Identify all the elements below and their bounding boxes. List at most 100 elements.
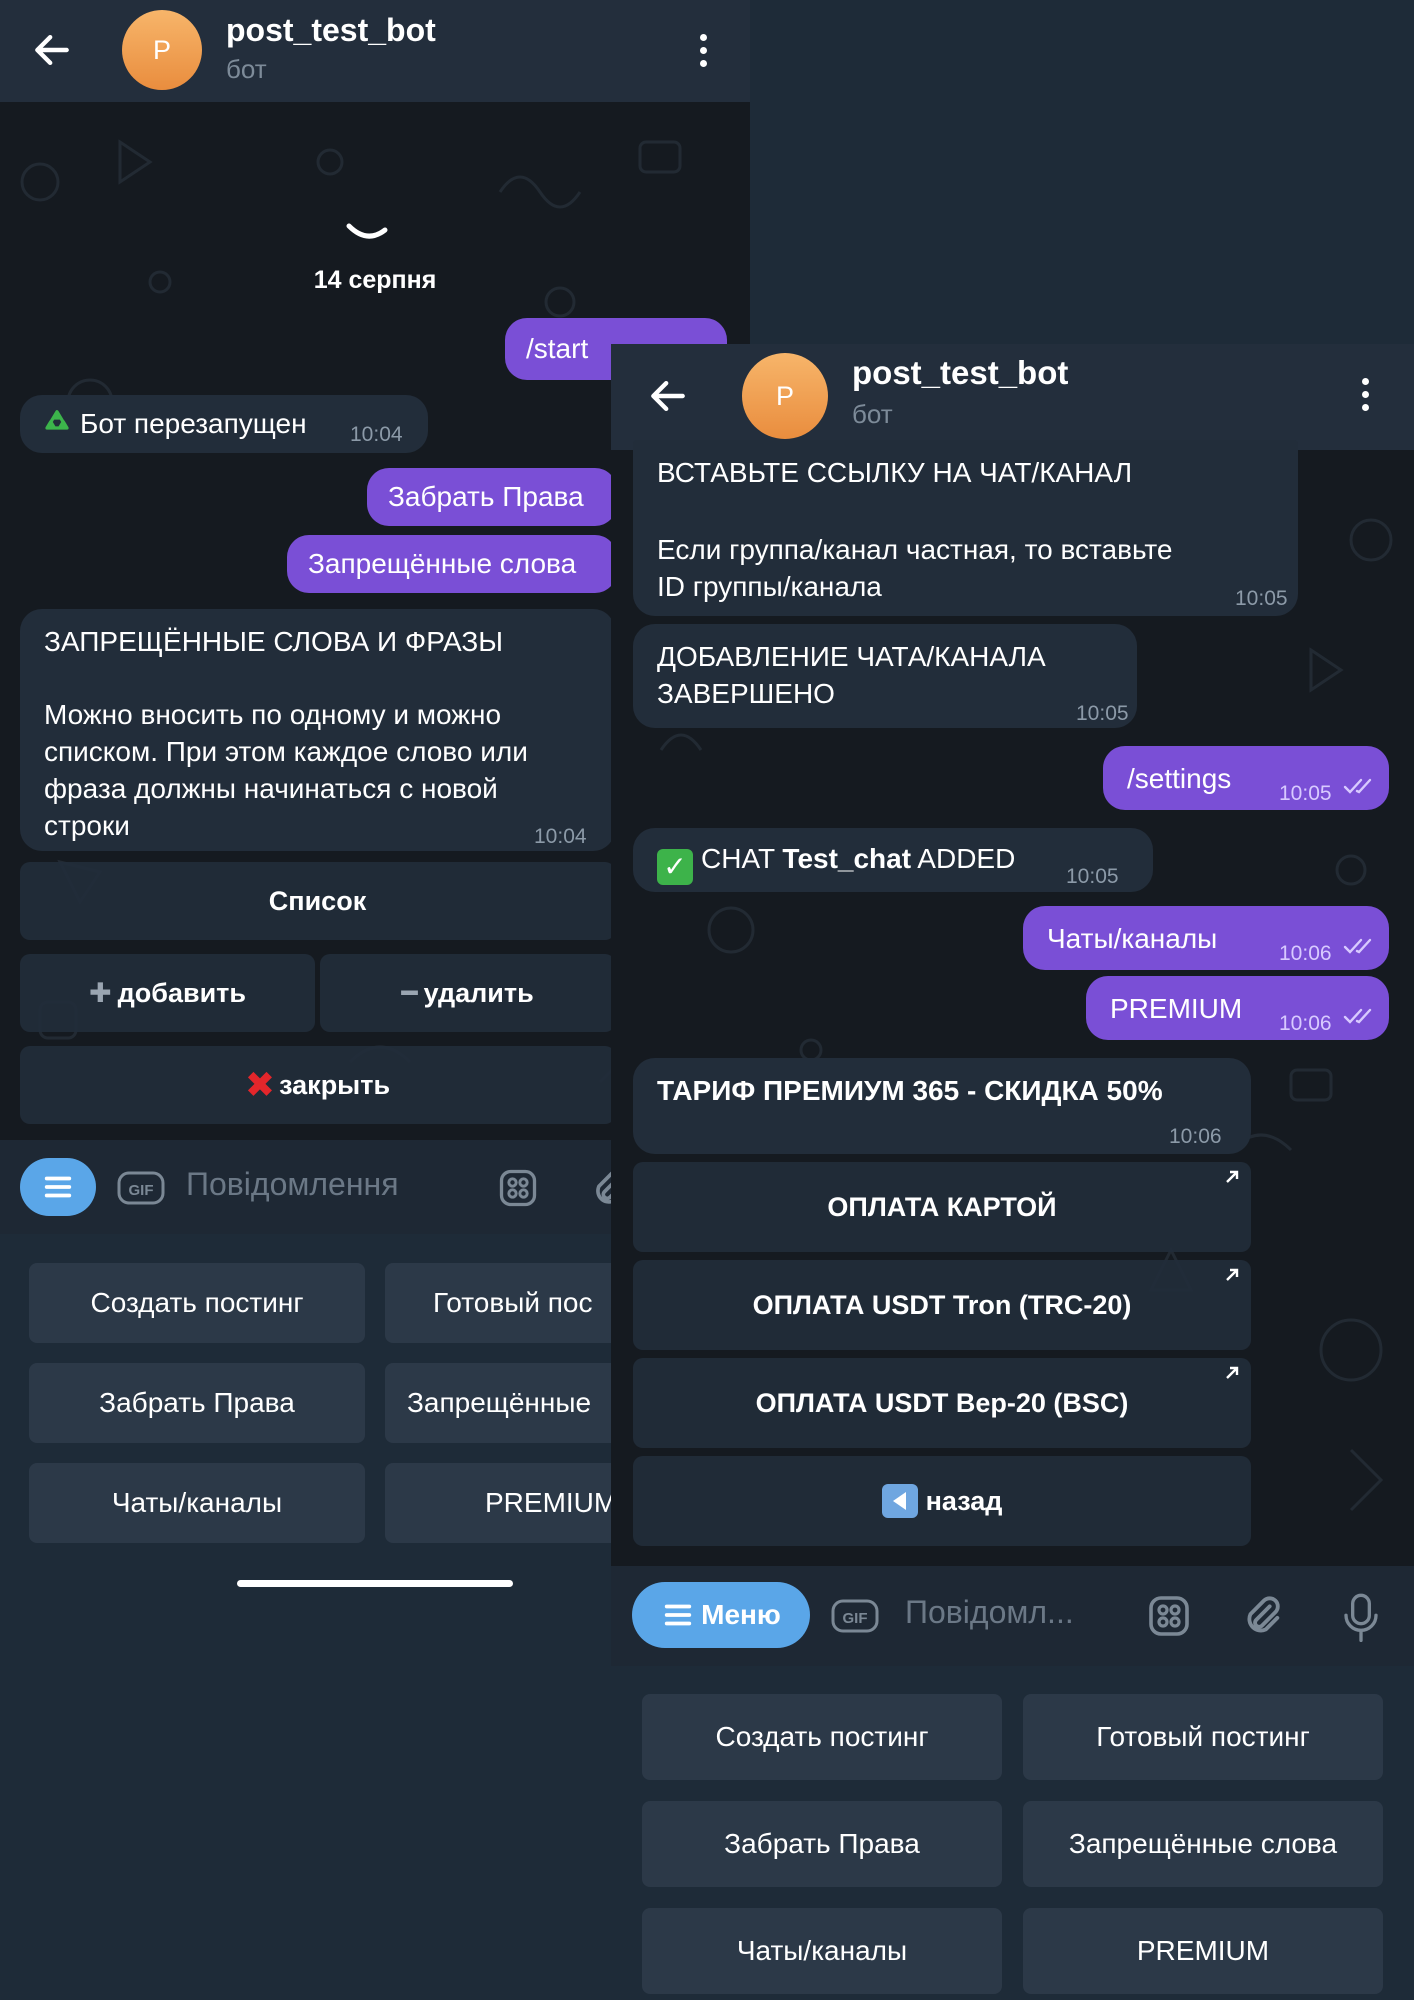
inline-button-pay-card[interactable]: ОПЛАТА КАРТОЙ <box>633 1162 1251 1252</box>
inline-button-add[interactable]: ✚ добавить <box>20 954 315 1032</box>
chat-header: P post_test_bot бот <box>0 0 750 102</box>
check-mark-icon: ✓ <box>657 849 693 885</box>
cross-mark-icon: ✖ <box>244 1064 276 1105</box>
message-line: списком. При этом каждое слово или <box>44 736 528 767</box>
message-incoming[interactable]: ✓ CHAT Test_chat ADDED 10:05 <box>633 828 1153 892</box>
avatar[interactable]: P <box>742 353 828 439</box>
more-menu-icon[interactable] <box>696 30 710 70</box>
reply-button-take-rights[interactable]: Забрать Права <box>29 1363 365 1443</box>
message-text: Забрать Права <box>388 481 584 512</box>
inline-button-list[interactable]: Список <box>20 862 615 940</box>
message-line: ЗАВЕРШЕНО <box>657 678 835 709</box>
message-incoming[interactable]: ВСТАВЬТЕ ССЫЛКУ НА ЧАТ/КАНАЛ Если группа… <box>633 440 1298 616</box>
message-heading: ВСТАВЬТЕ ССЫЛКУ НА ЧАТ/КАНАЛ <box>657 457 1133 488</box>
inline-button-back[interactable]: назад <box>633 1456 1251 1546</box>
home-indicator[interactable] <box>237 1580 513 1587</box>
chat-title[interactable]: post_test_bot <box>852 354 1068 392</box>
message-outgoing[interactable]: /settings 10:05 <box>1103 746 1389 810</box>
message-line: ДОБАВЛЕНИЕ ЧАТА/КАНАЛА <box>657 641 1046 672</box>
back-arrow-icon[interactable] <box>646 374 690 418</box>
reply-button-create-post[interactable]: Создать постинг <box>642 1694 1002 1780</box>
reply-button-take-rights[interactable]: Забрать Права <box>642 1801 1002 1887</box>
button-label: удалить <box>423 977 534 1008</box>
chat-header: P post_test_bot бот <box>611 344 1414 450</box>
inline-button-pay-trc20[interactable]: ОПЛАТА USDT Tron (TRC-20) <box>633 1260 1251 1350</box>
message-line: фраза должны начинаться с новой <box>44 773 498 804</box>
message-input[interactable]: Повідомл... <box>905 1594 1074 1631</box>
gif-icon[interactable]: GIF <box>116 1168 166 1208</box>
sticker-icon[interactable] <box>496 1166 540 1210</box>
reply-button-chats[interactable]: Чаты/каналы <box>29 1463 365 1543</box>
message-time: 10:06 <box>1279 942 1332 965</box>
external-link-arrow-icon <box>1226 1170 1239 1183</box>
message-time: 10:05 <box>1066 865 1119 888</box>
message-incoming[interactable]: ДОБАВЛЕНИЕ ЧАТА/КАНАЛА ЗАВЕРШЕНО 10:05 <box>633 624 1137 728</box>
chat-title[interactable]: post_test_bot <box>226 12 436 49</box>
reply-button-create-post[interactable]: Создать постинг <box>29 1263 365 1343</box>
message-time: 10:06 <box>1169 1125 1222 1148</box>
menu-button[interactable]: Меню <box>632 1582 810 1648</box>
message-text-post: ADDED <box>911 843 1016 874</box>
inline-button-remove[interactable]: ━ удалить <box>320 954 615 1032</box>
gif-icon[interactable]: GIF <box>829 1596 881 1636</box>
message-line: Если группа/канал частная, то вставьте <box>657 534 1173 565</box>
read-ticks-icon <box>1343 938 1372 954</box>
message-incoming[interactable]: ТАРИФ ПРЕМИУМ 365 - СКИДКА 50% 10:06 <box>633 1058 1251 1154</box>
reply-button-premium[interactable]: PREMIUM <box>1023 1908 1383 1994</box>
more-menu-icon[interactable] <box>1358 374 1372 414</box>
inline-button-close[interactable]: ✖ закрыть <box>20 1046 615 1124</box>
button-label: назад <box>925 1485 1003 1516</box>
reply-keyboard: Создать постинг Готовый постинг Забрать … <box>611 1666 1414 2000</box>
back-triangle-icon <box>881 1484 918 1518</box>
message-text: PREMIUM <box>1110 993 1243 1024</box>
attach-icon[interactable] <box>1239 1590 1285 1642</box>
microphone-icon[interactable] <box>1341 1590 1381 1644</box>
message-line: строки <box>44 810 130 841</box>
message-input-bar: Меню GIF Повідомл... <box>611 1566 1414 1666</box>
chat-subtitle: бот <box>852 399 893 429</box>
read-ticks-icon <box>1343 1008 1372 1024</box>
recycle-icon <box>45 410 69 430</box>
reply-button-ready-post[interactable]: Готовый постинг <box>1023 1694 1383 1780</box>
message-text-pre: CHAT <box>701 843 783 874</box>
message-text: /settings <box>1127 763 1232 794</box>
message-outgoing[interactable]: Запрещённые слова <box>287 535 617 593</box>
message-text: Запрещённые слова <box>308 548 577 579</box>
message-time: 10:05 <box>1076 702 1129 725</box>
minus-icon: ━ <box>401 977 418 1008</box>
reply-button-chats[interactable]: Чаты/каналы <box>642 1908 1002 1994</box>
message-time: 10:04 <box>534 825 587 848</box>
svg-text:GIF: GIF <box>843 1610 868 1627</box>
svg-text:GIF: GIF <box>129 1182 154 1199</box>
message-incoming[interactable]: ЗАПРЕЩЁННЫЕ СЛОВА И ФРАЗЫ Можно вносить … <box>20 609 615 851</box>
message-time: 10:06 <box>1279 1012 1332 1035</box>
message-line: Можно вносить по одному и можно <box>44 699 502 730</box>
message-outgoing[interactable]: PREMIUM 10:06 <box>1086 976 1389 1040</box>
inline-button-pay-bep20[interactable]: ОПЛАТА USDT Bep-20 (BSC) <box>633 1358 1251 1448</box>
message-incoming[interactable]: Бот перезапущен 10:04 <box>20 395 428 453</box>
button-label: ОПЛАТА USDT Bep-20 (BSC) <box>755 1387 1129 1418</box>
message-line: ID группы/канала <box>657 571 882 602</box>
reply-button-forbidden-words[interactable]: Запрещённые слова <box>1023 1801 1383 1887</box>
message-text: Чаты/каналы <box>1047 923 1218 954</box>
message-text: Бот перезапущен <box>80 408 307 439</box>
message-time: 10:04 <box>350 423 403 446</box>
button-label: ОПЛАТА USDT Tron (TRC-20) <box>752 1289 1132 1320</box>
external-link-arrow-icon <box>1226 1268 1239 1281</box>
sticker-icon[interactable] <box>1145 1592 1193 1640</box>
plus-icon: ✚ <box>89 977 112 1008</box>
read-ticks-icon <box>1343 778 1372 794</box>
menu-label: Меню <box>701 1599 781 1630</box>
menu-button[interactable] <box>20 1158 96 1216</box>
message-outgoing[interactable]: Забрать Права <box>367 468 617 526</box>
loading-spinner-icon <box>346 223 388 239</box>
date-separator: 14 серпня <box>313 266 437 294</box>
avatar[interactable]: P <box>122 10 202 90</box>
message-heading: ЗАПРЕЩЁННЫЕ СЛОВА И ФРАЗЫ <box>44 626 504 657</box>
message-input[interactable]: Повідомлення <box>186 1166 399 1203</box>
external-link-arrow-icon <box>1226 1366 1239 1379</box>
back-arrow-icon[interactable] <box>30 28 74 72</box>
message-outgoing[interactable]: Чаты/каналы 10:06 <box>1023 906 1389 970</box>
message-time: 10:05 <box>1279 782 1332 805</box>
message-time: 10:05 <box>1235 587 1288 610</box>
